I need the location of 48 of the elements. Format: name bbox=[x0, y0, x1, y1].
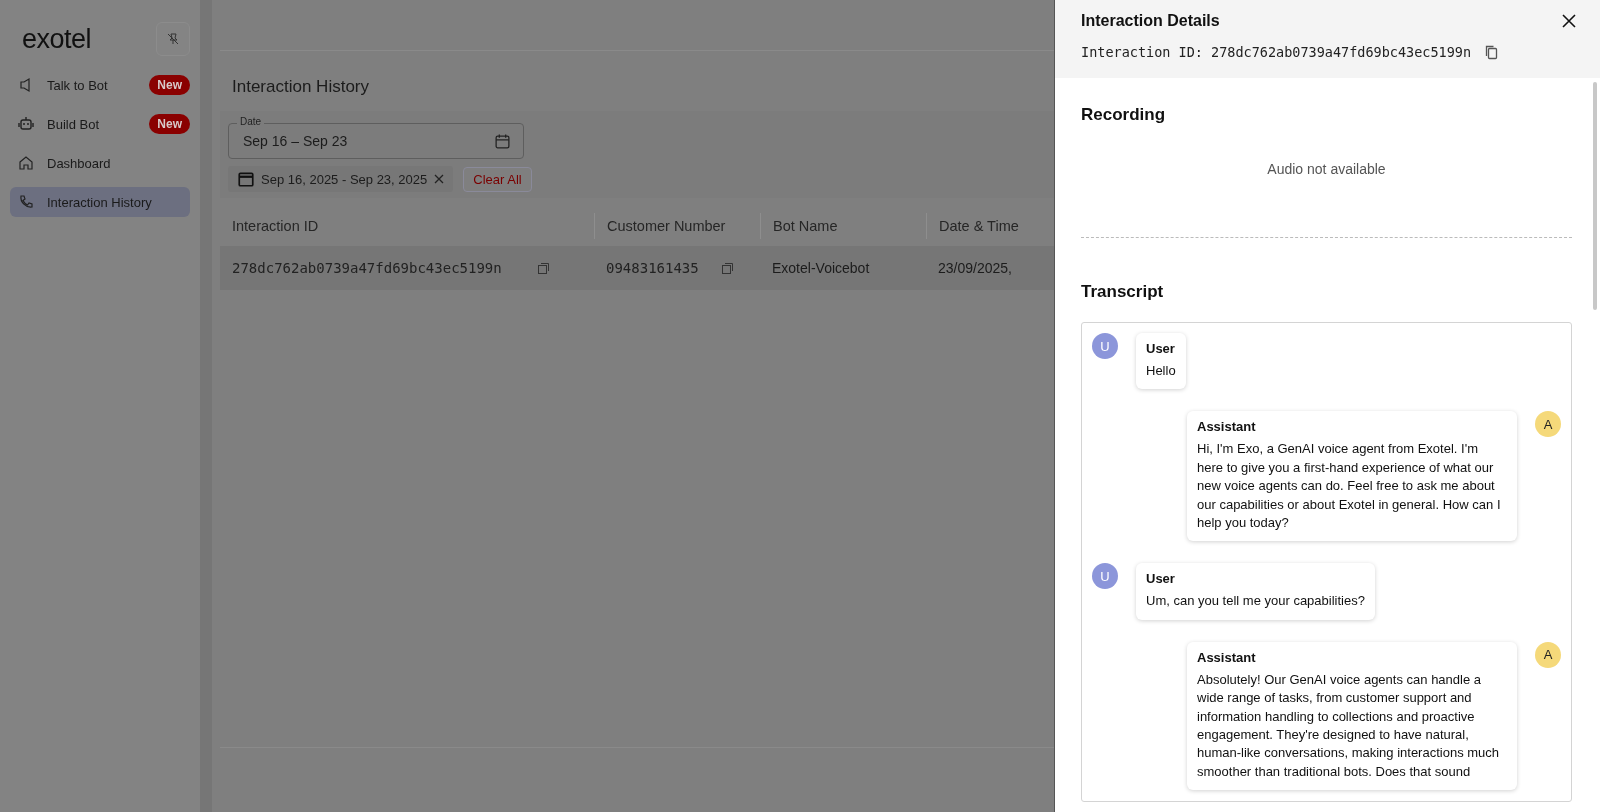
column-header: Bot Name bbox=[760, 213, 926, 239]
column-header: Customer Number bbox=[594, 213, 760, 239]
message-text: Absolutely! Our GenAI voice agents can handle a wide range of tasks, from customer support and information handling to collections and proactive engagement. They're designed to have natural, human-like conversations, making interactions much smoother than traditional bots. Does that sound bbox=[1197, 670, 1501, 781]
field-label: Date bbox=[237, 116, 265, 127]
clear-all-button[interactable]: Clear All bbox=[463, 166, 532, 192]
page-title: Interaction History bbox=[232, 77, 370, 98]
avatar: U bbox=[1092, 333, 1118, 359]
message-text: Hi, I'm Exo, a GenAI voice agent from Exotel. I'm here to give you a first-hand experience of what our new voice agents can do. Feel free to ask me about our capabilities or about Exotel in general. How can I help you today? bbox=[1197, 440, 1502, 533]
nav-item[interactable]: Build Bot New bbox=[10, 109, 190, 139]
robot-icon bbox=[18, 116, 34, 132]
copy-icon[interactable] bbox=[537, 261, 550, 275]
speaker-name: User bbox=[1146, 341, 1176, 356]
calendar-icon bbox=[237, 170, 255, 188]
copy-icon[interactable] bbox=[1485, 44, 1499, 60]
copy-icon[interactable] bbox=[721, 261, 734, 275]
nav-item[interactable]: Dashboard bbox=[10, 148, 190, 178]
field-value: Sep 16 – Sep 23 bbox=[243, 133, 348, 149]
new-badge: New bbox=[149, 75, 190, 95]
new-badge: New bbox=[149, 114, 190, 134]
speaker-name: User bbox=[1146, 571, 1176, 587]
message-text: Um, can you tell me your capabilities? bbox=[1146, 592, 1365, 611]
close-icon[interactable] bbox=[1562, 14, 1576, 28]
speaker-name: Assistant bbox=[1197, 649, 1257, 665]
section-heading: Recording bbox=[1081, 105, 1167, 125]
table-cell: 278dc762ab0739a47fd69bc43ec5199n bbox=[232, 260, 502, 276]
pin-toggle-button[interactable] bbox=[156, 22, 190, 56]
column-header: Date & Time bbox=[926, 213, 1036, 239]
home-icon bbox=[18, 155, 34, 171]
interaction-id: Interaction ID: 278dc762ab0739a47fd69bc43ec5199n bbox=[1081, 44, 1472, 60]
column-header: Interaction ID bbox=[231, 217, 320, 236]
avatar: U bbox=[1092, 563, 1118, 590]
table-cell: 09483161435 bbox=[606, 260, 699, 276]
logo: exotel bbox=[22, 23, 92, 55]
scrollbar[interactable] bbox=[1593, 82, 1597, 310]
chip-label: Sep 16, 2025 - Sep 23, 2025 bbox=[261, 171, 428, 187]
audio-status: Audio not available bbox=[1081, 161, 1572, 238]
drawer-title: Interaction Details bbox=[1081, 12, 1220, 30]
nav-item[interactable]: Interaction History bbox=[10, 187, 190, 217]
table-cell: Exotel-Voicebot bbox=[772, 260, 870, 276]
calendar-icon[interactable] bbox=[494, 132, 511, 150]
pin-off-icon bbox=[166, 32, 180, 46]
avatar: A bbox=[1535, 411, 1561, 438]
message-text: Hello bbox=[1146, 362, 1176, 380]
table-cell: 23/09/2025, bbox=[938, 260, 1012, 276]
speaker-name: Assistant bbox=[1197, 419, 1257, 435]
nav-item[interactable]: Talk to Bot New bbox=[10, 70, 190, 100]
phone-icon bbox=[18, 194, 34, 210]
avatar: A bbox=[1535, 641, 1561, 668]
